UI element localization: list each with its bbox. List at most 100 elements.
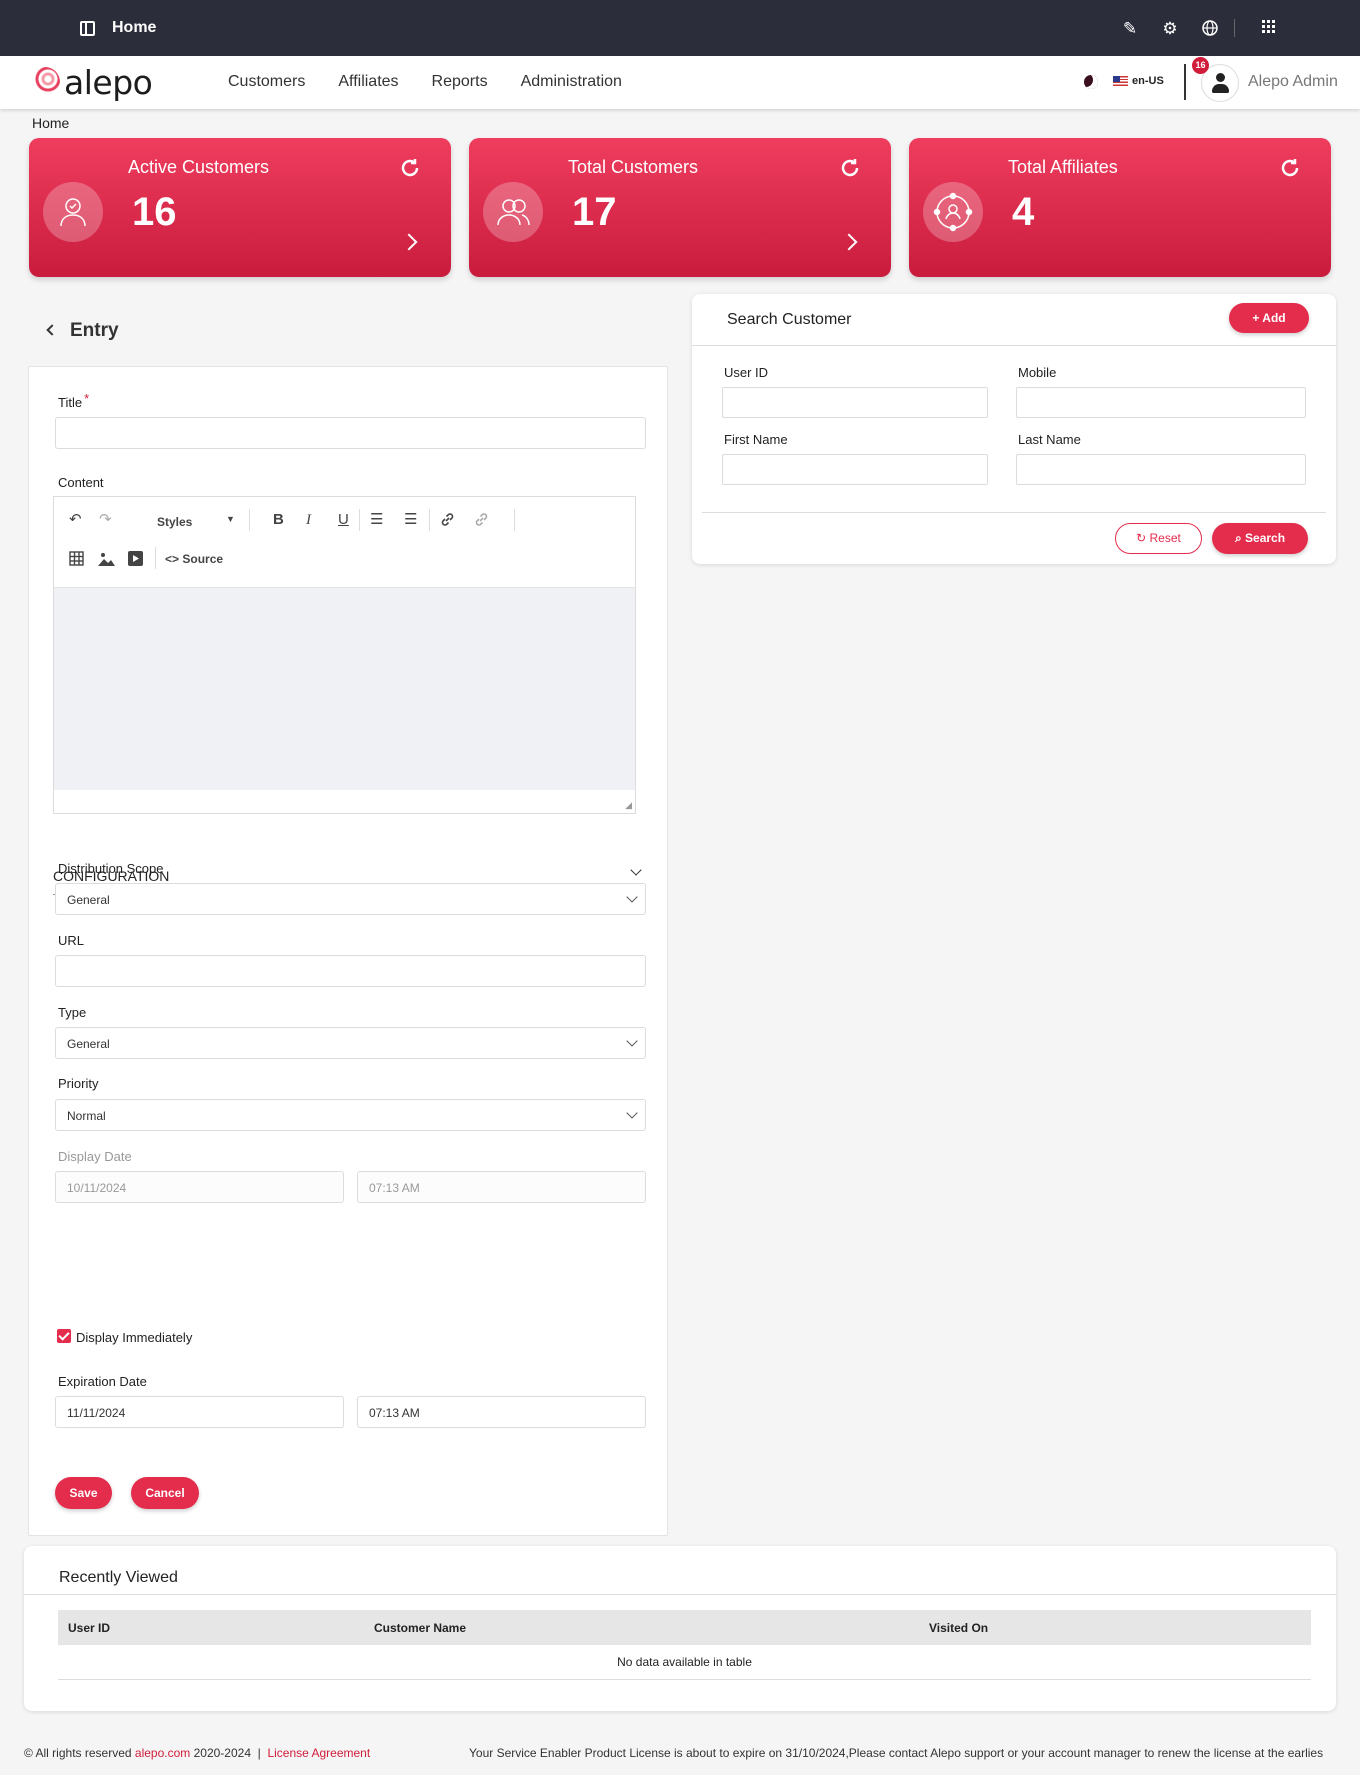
card-label: Active Customers <box>128 157 270 177</box>
nav-reports[interactable]: Reports <box>432 73 488 91</box>
mobile-label: Mobile <box>1018 365 1057 380</box>
search-header: Search Customer + Add <box>692 294 1336 346</box>
language-code: en-US <box>1132 75 1164 87</box>
search-label: Search <box>1245 531 1286 545</box>
back-chevron-icon[interactable] <box>46 324 58 336</box>
priority-select[interactable]: Normal <box>55 1099 646 1131</box>
column-customer-name[interactable]: Customer Name <box>374 1621 466 1635</box>
display-time-input: 07:13 AM <box>357 1171 646 1203</box>
notification-badge[interactable]: 16 <box>1192 57 1209 74</box>
years-text: 2020-2024 | <box>190 1746 268 1760</box>
display-date-input: 10/11/2024 <box>55 1171 344 1203</box>
column-visited-on[interactable]: Visited On <box>929 1621 988 1635</box>
italic-icon[interactable]: I <box>306 512 311 528</box>
undo-icon[interactable]: ↶ <box>69 512 82 528</box>
divider <box>1234 19 1235 37</box>
cancel-button[interactable]: Cancel <box>131 1477 199 1509</box>
site-link[interactable]: alepo.com <box>135 1746 190 1760</box>
source-button[interactable]: <> Source <box>165 551 223 567</box>
link-icon[interactable] <box>439 511 456 532</box>
apps-grid-icon[interactable] <box>1260 20 1278 38</box>
refresh-icon[interactable] <box>839 157 861 179</box>
sidebar-toggle-icon[interactable] <box>80 21 95 36</box>
url-label: URL <box>58 933 85 948</box>
caret-down-icon[interactable]: ▼ <box>226 511 235 527</box>
required-mark: * <box>84 391 90 406</box>
image-icon[interactable] <box>98 551 115 570</box>
card-active-customers[interactable]: Active Customers 16 <box>29 138 451 277</box>
divider <box>702 512 1326 513</box>
nav-customers[interactable]: Customers <box>228 73 305 91</box>
media-embed-icon[interactable] <box>128 551 143 570</box>
license-notice: Your Service Enabler Product License is … <box>469 1746 1324 1760</box>
type-select[interactable]: General <box>55 1027 646 1059</box>
refresh-icon[interactable] <box>1279 157 1301 179</box>
bullet-list-icon[interactable]: ☰ <box>404 512 417 528</box>
breadcrumb[interactable]: Home <box>32 115 69 131</box>
card-value: 4 <box>1012 190 1035 234</box>
footer-copyright: © All rights reserved alepo.com 2020-202… <box>24 1746 370 1760</box>
license-agreement-link[interactable]: License Agreement <box>267 1746 370 1760</box>
column-user-id[interactable]: User ID <box>68 1621 110 1635</box>
redo-icon[interactable]: ↷ <box>99 512 112 528</box>
card-total-customers[interactable]: Total Customers 17 <box>469 138 891 277</box>
divider <box>249 509 250 531</box>
display-immediately-label[interactable]: Display Immediately <box>76 1330 192 1345</box>
styles-dropdown[interactable]: Styles <box>157 514 192 530</box>
add-button[interactable]: + Add <box>1229 303 1309 333</box>
expiration-time-input[interactable]: 07:13 AM <box>357 1396 646 1428</box>
unlink-icon[interactable] <box>473 511 490 532</box>
language-selector[interactable]: en-US <box>1113 75 1164 87</box>
globe-icon[interactable] <box>1201 20 1219 38</box>
resize-handle-icon[interactable]: ◢ <box>625 800 632 811</box>
numbered-list-icon[interactable]: ☰ <box>370 512 383 528</box>
display-immediately-checkbox[interactable] <box>57 1329 71 1343</box>
type-label: Type <box>58 1005 87 1020</box>
title-label-text: Title <box>58 395 83 410</box>
user-id-label: User ID <box>724 365 769 380</box>
rich-text-editor: ↶ ↷ Styles ▼ B I U ☰ ☰ <> Source ◢ <box>53 496 636 814</box>
first-name-input[interactable] <box>722 454 988 485</box>
last-name-input[interactable] <box>1016 454 1306 485</box>
chevron-right-icon[interactable] <box>400 233 418 251</box>
editor-toolbar: ↶ ↷ Styles ▼ B I U ☰ ☰ <> Source <box>54 497 635 588</box>
recently-viewed-panel: Recently Viewed User ID Customer Name Vi… <box>24 1546 1336 1711</box>
last-name-label: Last Name <box>1018 432 1081 447</box>
dark-mode-icon[interactable] <box>1084 75 1098 89</box>
reset-button[interactable]: ↻ Reset <box>1115 523 1202 554</box>
save-button[interactable]: Save <box>55 1477 112 1509</box>
title-input[interactable] <box>55 417 646 449</box>
table-icon[interactable] <box>69 551 84 570</box>
user-name[interactable]: Alepo Admin <box>1248 73 1338 91</box>
search-title: Search Customer <box>727 311 852 328</box>
card-label: Total Customers <box>568 157 699 177</box>
expiration-date-label: Expiration Date <box>58 1374 147 1389</box>
user-check-icon <box>43 182 103 242</box>
chevron-right-icon[interactable] <box>840 233 858 251</box>
underline-icon[interactable]: U <box>338 512 349 528</box>
editor-content-area[interactable] <box>54 588 635 790</box>
distribution-scope-select[interactable]: General <box>55 883 646 915</box>
divider <box>359 509 360 531</box>
search-button[interactable]: ⌕ Search <box>1212 523 1308 554</box>
pencil-icon[interactable]: ✎ <box>1121 20 1139 38</box>
logo-mark-icon <box>30 67 60 97</box>
bold-icon[interactable]: B <box>273 512 284 528</box>
users-icon <box>483 182 543 242</box>
url-input[interactable] <box>55 955 646 987</box>
entry-heading[interactable]: Entry <box>46 320 119 342</box>
card-total-affiliates[interactable]: Total Affiliates 4 <box>909 138 1331 277</box>
nav-administration[interactable]: Administration <box>521 73 622 91</box>
affiliates-network-icon <box>923 182 983 242</box>
title-label: Title * <box>58 391 89 410</box>
expiration-date-input[interactable]: 11/11/2024 <box>55 1396 344 1428</box>
gear-icon[interactable]: ⚙ <box>1161 20 1179 38</box>
user-id-input[interactable] <box>722 387 988 418</box>
alepo-logo[interactable]: alepo <box>30 63 153 102</box>
nav-affiliates[interactable]: Affiliates <box>338 73 398 91</box>
chevron-down-icon[interactable] <box>630 864 642 876</box>
mobile-input[interactable] <box>1016 387 1306 418</box>
plus-icon: + <box>1252 311 1263 325</box>
refresh-icon[interactable] <box>399 157 421 179</box>
divider <box>24 1594 1336 1595</box>
